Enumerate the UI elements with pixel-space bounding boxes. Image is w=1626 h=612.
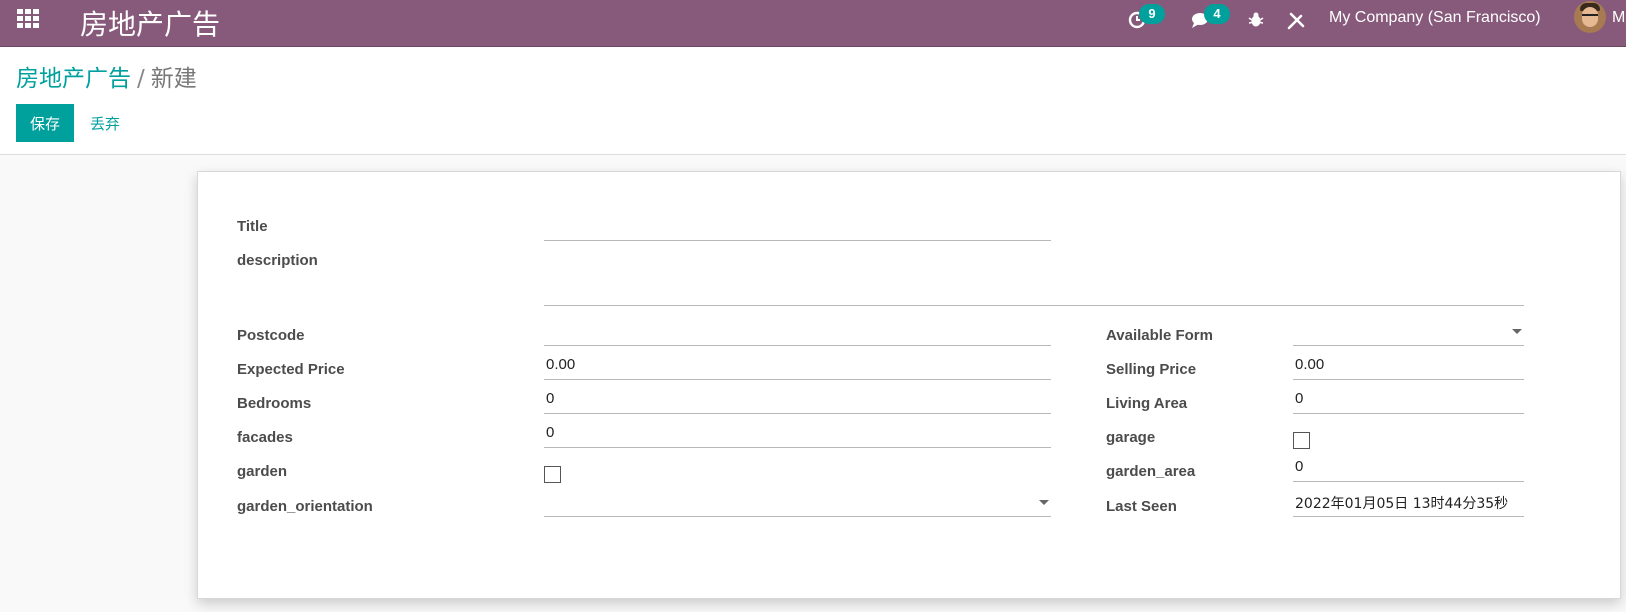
living-area-label: Living Area: [1106, 395, 1188, 412]
save-button[interactable]: 保存: [16, 104, 74, 142]
garden-label: garden: [237, 463, 288, 480]
tools-menu[interactable]: [1287, 12, 1305, 35]
bug-icon: [1248, 12, 1264, 27]
messages-count-badge: 4: [1204, 4, 1230, 24]
facades-label: facades: [237, 429, 293, 446]
garage-label: garage: [1106, 429, 1156, 446]
activity-menu[interactable]: 9: [1128, 4, 1165, 35]
living-area-input[interactable]: 0: [1293, 381, 1524, 414]
postcode-label: Postcode: [237, 327, 305, 344]
user-name[interactable]: Mi: [1612, 9, 1626, 27]
available-form-label: Available Form: [1106, 327, 1213, 344]
expected-price-label: Expected Price: [237, 361, 345, 378]
debug-menu[interactable]: [1248, 12, 1264, 33]
bedrooms-input[interactable]: 0: [544, 381, 1051, 414]
form-sheet: Title description Postcode Expected Pric…: [197, 171, 1621, 599]
apps-menu-icon[interactable]: [17, 9, 39, 28]
bedrooms-label: Bedrooms: [237, 395, 312, 412]
description-input[interactable]: [544, 268, 1524, 306]
user-avatar[interactable]: [1574, 1, 1606, 33]
breadcrumb-separator: /: [137, 66, 145, 92]
chevron-down-icon: [1039, 500, 1049, 505]
garage-checkbox[interactable]: [1293, 432, 1310, 449]
breadcrumb-parent-link[interactable]: 房地产广告: [16, 66, 131, 92]
garden-area-label: garden_area: [1106, 463, 1196, 480]
messaging-menu[interactable]: 4: [1191, 4, 1230, 35]
discard-button[interactable]: 丢弃: [84, 104, 126, 142]
breadcrumb: 房地产广告 / 新建: [16, 59, 197, 93]
last-seen-label: Last Seen: [1106, 498, 1177, 515]
tools-icon: [1287, 12, 1305, 30]
expected-price-input[interactable]: 0.00: [544, 347, 1051, 380]
activity-count-badge: 9: [1139, 4, 1165, 24]
top-navbar: 房地产广告 9 4 My Company (San Francisco) Mi: [0, 0, 1626, 47]
title-label: Title: [237, 218, 268, 235]
chevron-down-icon: [1512, 329, 1522, 334]
title-input[interactable]: [544, 208, 1051, 241]
breadcrumb-current: 新建: [150, 66, 197, 92]
postcode-input[interactable]: [544, 313, 1051, 346]
facades-input[interactable]: 0: [544, 415, 1051, 448]
garden-checkbox[interactable]: [544, 466, 561, 483]
last-seen-input[interactable]: 2022年01月05日 13时44分35秒: [1293, 484, 1524, 517]
selling-price-label: Selling Price: [1106, 361, 1197, 378]
garden-area-input[interactable]: 0: [1293, 449, 1524, 482]
selling-price-input[interactable]: 0.00: [1293, 347, 1524, 380]
company-switcher[interactable]: My Company (San Francisco): [1329, 9, 1541, 27]
description-label: description: [237, 252, 318, 269]
app-title[interactable]: 房地产广告: [80, 3, 220, 43]
available-form-select[interactable]: [1293, 313, 1524, 346]
garden-orientation-label: garden_orientation: [237, 498, 373, 515]
garden-orientation-select[interactable]: [544, 484, 1051, 517]
control-panel: 房地产广告 / 新建 保存 丢弃: [0, 47, 1626, 155]
